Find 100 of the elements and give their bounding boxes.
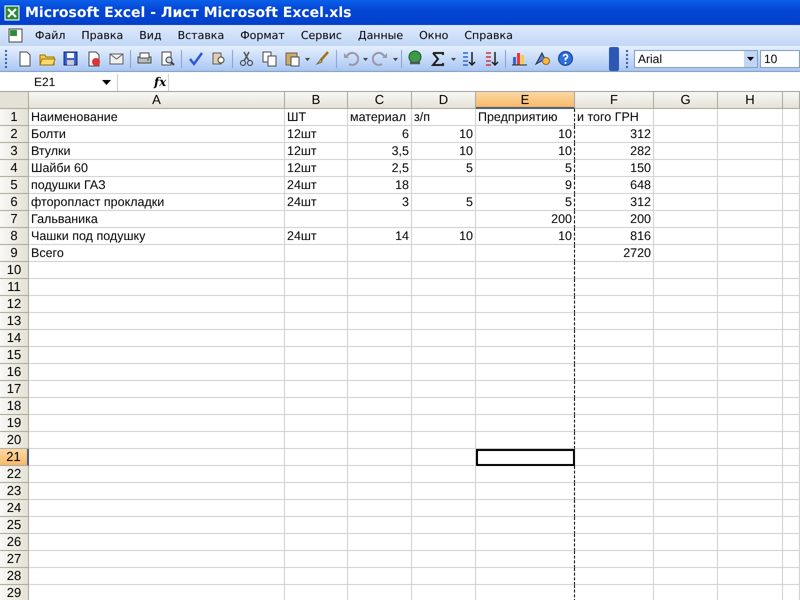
- row-header[interactable]: 2: [0, 126, 29, 143]
- empty-cell: [412, 483, 476, 500]
- empty-cell: [654, 415, 718, 432]
- row-header[interactable]: 8: [0, 228, 29, 245]
- row-header[interactable]: 10: [0, 262, 29, 279]
- column-header[interactable]: C: [348, 92, 412, 109]
- menu-item[interactable]: Правка: [73, 27, 132, 44]
- empty-cell: [718, 194, 783, 211]
- empty-cell: [412, 398, 476, 415]
- empty-cell: [783, 194, 800, 211]
- workbook-icon[interactable]: [7, 27, 24, 44]
- sum-icon[interactable]: [430, 50, 447, 67]
- spelling-check-icon[interactable]: [187, 50, 204, 67]
- row-header[interactable]: 13: [0, 313, 29, 330]
- row-header[interactable]: 5: [0, 177, 29, 194]
- empty-cell: [412, 551, 476, 568]
- row-header[interactable]: 11: [0, 279, 29, 296]
- row-header[interactable]: 27: [0, 551, 29, 568]
- row-header[interactable]: 1: [0, 109, 29, 126]
- column-header[interactable]: G: [654, 92, 718, 109]
- empty-cell: [718, 211, 783, 228]
- empty-cell: [783, 381, 800, 398]
- menu-item[interactable]: Окно: [411, 27, 456, 44]
- row-header[interactable]: 4: [0, 160, 29, 177]
- empty-cell: [412, 364, 476, 381]
- menu-item[interactable]: Справка: [456, 27, 521, 44]
- row-header[interactable]: 22: [0, 466, 29, 483]
- row-header[interactable]: 20: [0, 432, 29, 449]
- help-icon[interactable]: [557, 50, 574, 67]
- row-header[interactable]: 12: [0, 296, 29, 313]
- table-cell: фторопласт прокладки: [29, 194, 285, 211]
- empty-cell: [783, 432, 800, 449]
- font-name-field[interactable]: Arial: [634, 50, 758, 68]
- active-cell[interactable]: [476, 449, 575, 466]
- row-header[interactable]: 19: [0, 415, 29, 432]
- empty-cell: [348, 364, 412, 381]
- scissors-icon[interactable]: [238, 50, 255, 67]
- empty-cell: [285, 245, 348, 262]
- empty-cell: [718, 160, 783, 177]
- row-header[interactable]: 15: [0, 347, 29, 364]
- row-header[interactable]: 9: [0, 245, 29, 262]
- bar-chart-icon[interactable]: [511, 50, 528, 67]
- row-header[interactable]: 23: [0, 483, 29, 500]
- sort-ascending-icon[interactable]: [460, 50, 477, 67]
- column-header[interactable]: A: [29, 92, 285, 109]
- empty-cell: [654, 398, 718, 415]
- empty-cell: [718, 296, 783, 313]
- clipboard-icon[interactable]: [284, 50, 301, 67]
- row-header[interactable]: 25: [0, 517, 29, 534]
- table-cell: 10: [476, 143, 575, 160]
- menu-item[interactable]: Вид: [131, 27, 170, 44]
- row-header[interactable]: 24: [0, 500, 29, 517]
- column-header[interactable]: D: [412, 92, 476, 109]
- row-header[interactable]: 16: [0, 364, 29, 381]
- font-size-field[interactable]: 10: [760, 50, 800, 68]
- menu-item[interactable]: Формат: [232, 27, 293, 44]
- row-header[interactable]: 28: [0, 568, 29, 585]
- table-cell: 816: [575, 228, 654, 245]
- name-box[interactable]: E21: [0, 74, 118, 90]
- row-header[interactable]: 21: [0, 449, 29, 466]
- row-header[interactable]: 26: [0, 534, 29, 551]
- empty-cell: [783, 160, 800, 177]
- empty-cell: [654, 534, 718, 551]
- menu-item[interactable]: Вставка: [170, 27, 232, 44]
- empty-cell: [285, 279, 348, 296]
- row-header[interactable]: 14: [0, 330, 29, 347]
- empty-cell: [348, 245, 412, 262]
- table-cell: 10: [412, 228, 476, 245]
- empty-cell: [285, 517, 348, 534]
- table-cell: з/п: [412, 109, 476, 126]
- empty-cell: [654, 347, 718, 364]
- row-header[interactable]: 7: [0, 211, 29, 228]
- row-header[interactable]: 17: [0, 381, 29, 398]
- column-header[interactable]: H: [718, 92, 783, 109]
- sort-descending-icon[interactable]: [483, 50, 500, 67]
- row-header[interactable]: 3: [0, 143, 29, 160]
- dropdown-arrow-icon[interactable]: [747, 56, 754, 60]
- empty-cell: [718, 364, 783, 381]
- toolbar-options-button[interactable]: [609, 46, 619, 70]
- menu-item[interactable]: Сервис: [292, 27, 350, 44]
- row-header[interactable]: 6: [0, 194, 29, 211]
- empty-cell: [783, 364, 800, 381]
- table-cell: ШТ: [285, 109, 348, 126]
- function-label[interactable]: fx: [118, 75, 168, 89]
- menu-item[interactable]: Данные: [350, 27, 412, 44]
- dropdown-arrow-icon[interactable]: [102, 80, 111, 84]
- column-header[interactable]: E: [476, 92, 575, 109]
- table-cell: Гальваника: [29, 211, 285, 228]
- row-header[interactable]: 18: [0, 398, 29, 415]
- column-header[interactable]: F: [575, 92, 654, 109]
- copy-icon[interactable]: [261, 50, 278, 67]
- brush-icon[interactable]: [314, 50, 331, 67]
- drawing-tools-icon[interactable]: [534, 50, 551, 67]
- empty-cell: [348, 534, 412, 551]
- menu-item[interactable]: Файл: [27, 27, 74, 44]
- column-header[interactable]: B: [285, 92, 348, 109]
- empty-cell: [348, 466, 412, 483]
- row-header[interactable]: 29: [0, 585, 29, 600]
- magnifier-page-icon[interactable]: [159, 50, 176, 67]
- empty-cell: [783, 330, 800, 347]
